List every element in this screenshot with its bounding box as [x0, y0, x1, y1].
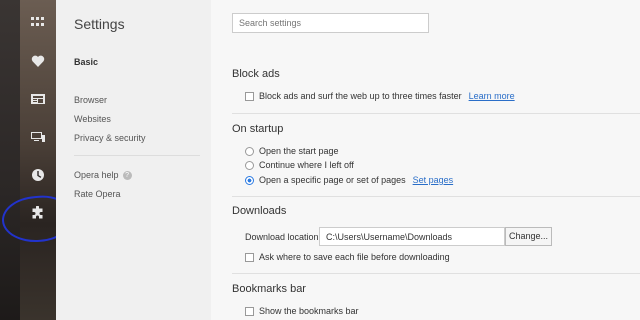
startup-radio-specific-pages[interactable]	[245, 175, 254, 185]
heart-icon[interactable]	[26, 49, 50, 73]
devices-icon[interactable]	[26, 125, 50, 149]
block-ads-checkbox[interactable]	[245, 91, 254, 101]
startup-option-label: Open the start page	[259, 146, 339, 156]
startup-option-row: Continue where I left off	[245, 160, 354, 170]
ask-save-label: Ask where to save each file before downl…	[259, 252, 450, 262]
rate-opera-link[interactable]: Rate Opera	[74, 189, 121, 199]
ask-save-row: Ask where to save each file before downl…	[245, 252, 450, 262]
block-ads-title: Block ads	[232, 68, 280, 80]
nav-item-websites[interactable]: Websites	[74, 114, 111, 124]
history-icon[interactable]	[26, 163, 50, 187]
download-location-field[interactable]: C:\Users\Username\Downloads	[319, 227, 505, 246]
settings-title: Settings	[74, 16, 125, 32]
startup-option-row: Open a specific page or set of pages Set…	[245, 175, 453, 185]
startup-option-row: Open the start page	[245, 146, 339, 156]
downloads-title: Downloads	[232, 205, 287, 217]
opera-help-label: Opera help	[74, 170, 119, 180]
download-location-label: Download location:	[245, 232, 322, 242]
help-icon: ?	[122, 171, 132, 181]
nav-item-browser[interactable]: Browser	[74, 95, 107, 105]
nav-item-privacy-security[interactable]: Privacy & security	[74, 133, 146, 143]
speed-dial-icon[interactable]	[26, 10, 50, 34]
startup-title: On startup	[232, 123, 284, 135]
news-icon[interactable]	[26, 87, 50, 111]
section-divider	[232, 196, 640, 197]
settings-content: Block ads Block ads and surf the web up …	[211, 0, 640, 320]
bookmarks-bar-checkbox[interactable]	[245, 306, 254, 316]
sidebar-background	[20, 0, 56, 320]
set-pages-link[interactable]: Set pages	[413, 175, 454, 185]
section-divider	[232, 113, 640, 114]
opera-sidebar	[0, 0, 74, 320]
bookmarks-bar-label: Show the bookmarks bar	[259, 306, 359, 316]
startup-option-label: Open a specific page or set of pages	[259, 175, 406, 185]
block-ads-row: Block ads and surf the web up to three t…	[245, 91, 515, 101]
block-ads-label: Block ads and surf the web up to three t…	[259, 91, 462, 101]
startup-radio-continue[interactable]	[245, 160, 254, 170]
learn-more-link[interactable]: Learn more	[469, 91, 515, 101]
nav-divider	[74, 155, 200, 156]
search-input[interactable]	[232, 13, 429, 33]
bookmarks-row: Show the bookmarks bar	[245, 306, 359, 316]
opera-help-link[interactable]: Opera help?	[74, 170, 132, 181]
startup-option-label: Continue where I left off	[259, 160, 354, 170]
change-location-button[interactable]: Change...	[505, 227, 552, 246]
settings-nav: Settings Basic Browser Websites Privacy …	[56, 0, 211, 320]
bookmarks-title: Bookmarks bar	[232, 283, 306, 295]
nav-item-basic[interactable]: Basic	[74, 57, 98, 67]
ask-save-checkbox[interactable]	[245, 252, 254, 262]
section-divider	[232, 273, 640, 274]
startup-radio-start-page[interactable]	[245, 146, 254, 156]
